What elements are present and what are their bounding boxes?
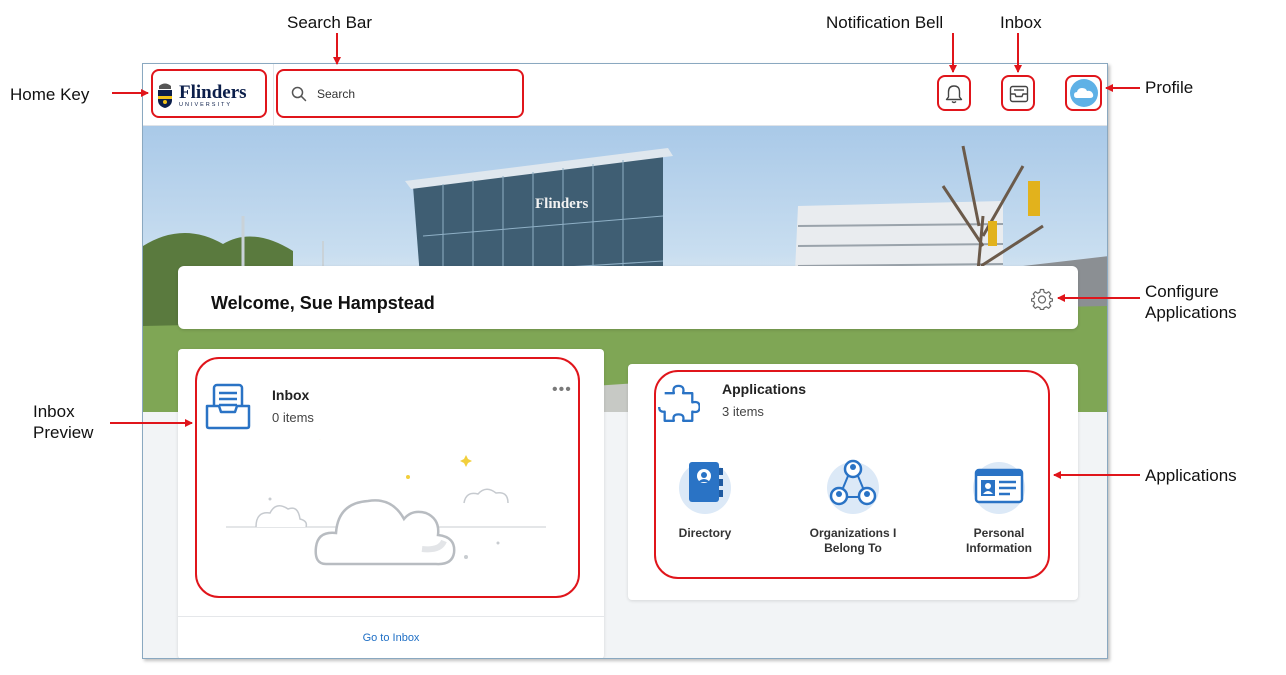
inbox-preview-annotation-line1: Inbox (33, 402, 75, 421)
profile-highlight (1065, 75, 1102, 111)
inbox-preview-highlight (195, 357, 580, 598)
configure-annotation-line2: Applications (1145, 303, 1237, 322)
header-divider (273, 64, 274, 126)
notification-bell-annotation: Notification Bell (826, 13, 944, 32)
applications-highlight (654, 370, 1050, 579)
applications-annotation: Applications (1145, 466, 1237, 485)
search-bar-highlight (276, 69, 524, 118)
configure-gear-icon[interactable] (1031, 288, 1053, 310)
inbox-annotation: Inbox (1000, 13, 1042, 32)
configure-applications-annotation: Configure Applications (1145, 281, 1237, 323)
search-bar-annotation: Search Bar (287, 13, 373, 32)
configure-annotation-line1: Configure (1145, 282, 1219, 301)
home-key-highlight (151, 69, 267, 118)
notification-bell-highlight (937, 75, 971, 111)
inbox-highlight (1001, 75, 1035, 111)
building-sign: Flinders (535, 196, 588, 212)
welcome-banner: Welcome, Sue Hampstead (178, 266, 1078, 329)
welcome-text: Welcome, Sue Hampstead (211, 293, 435, 313)
go-to-inbox-link[interactable]: Go to Inbox (178, 632, 604, 644)
home-key-annotation: Home Key (10, 85, 90, 104)
inbox-preview-annotation-line2: Preview (33, 423, 94, 442)
card-footer-divider (178, 616, 604, 617)
profile-annotation: Profile (1145, 78, 1194, 97)
inbox-preview-annotation: Inbox Preview (33, 401, 93, 443)
